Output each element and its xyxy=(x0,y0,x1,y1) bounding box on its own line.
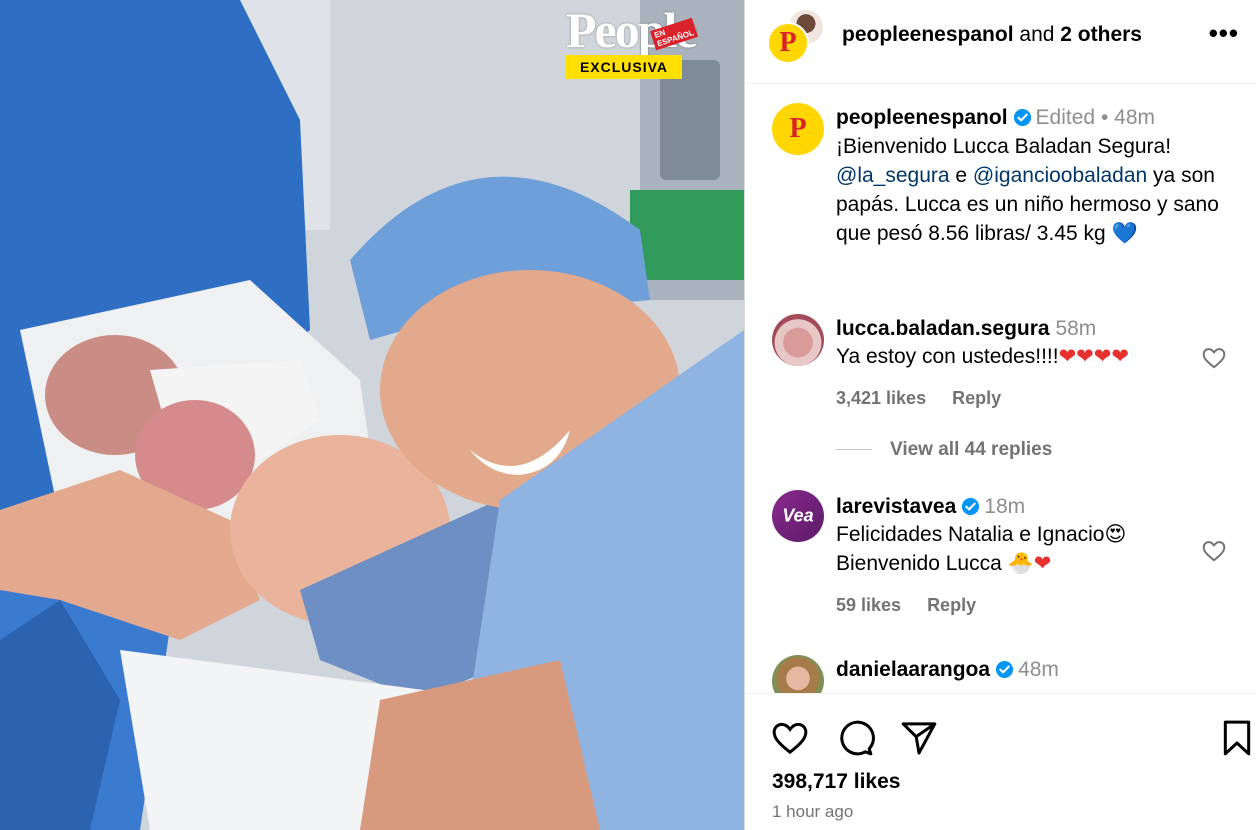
post-photo[interactable]: People EN ESPAÑOL EXCLUSIVA xyxy=(0,0,744,830)
comment-head: danielaarangoa 48m xyxy=(836,657,1059,683)
share-send-icon[interactable] xyxy=(899,718,939,758)
comment-username[interactable]: danielaarangoa xyxy=(836,658,990,681)
caption-dot: • xyxy=(1100,106,1109,129)
comment-likes[interactable]: 3,421 likes xyxy=(836,388,926,408)
verified-badge-icon xyxy=(962,497,980,516)
verified-badge-icon xyxy=(996,660,1014,679)
comment-time: 48m xyxy=(1018,658,1059,681)
comment-head: lucca.baladan.segura 58m xyxy=(836,316,1096,342)
post-panel: P peopleenespanol and 2 others ••• P peo… xyxy=(744,0,1256,830)
reply-button[interactable]: Reply xyxy=(927,595,976,615)
header-joiner: and xyxy=(1019,23,1055,46)
comments-list[interactable]: P peopleenespanol Edited • 48m ¡Bienvenid… xyxy=(745,85,1256,693)
people-avatar[interactable]: P xyxy=(767,22,809,64)
blue-heart-emoji: 💙 xyxy=(1111,221,1138,245)
caption-username[interactable]: peopleenespanol xyxy=(836,106,1008,129)
comment-body: Ya estoy con ustedes!!!! xyxy=(836,345,1059,368)
caption-mid: e xyxy=(949,164,973,187)
people-logo: People EN ESPAÑOL EXCLUSIVA xyxy=(566,4,699,82)
comment-head: larevistavea 18m xyxy=(836,494,1025,520)
photo-illustration xyxy=(0,0,744,830)
caption-head: peopleenespanol Edited • 48m xyxy=(836,105,1155,131)
hearts-emoji: ❤❤❤❤ xyxy=(1058,344,1129,368)
comment-meta: 3,421 likes Reply xyxy=(836,387,1001,409)
like-heart-icon[interactable] xyxy=(770,718,810,758)
comment-text: Ya estoy con ustedes!!!!❤❤❤❤ xyxy=(836,342,1176,371)
comment-text: Felicidades Natalia e Ignacio😍 Bienvenid… xyxy=(836,520,1176,578)
mention-la-segura[interactable]: @la_segura xyxy=(836,164,950,187)
comment-avatar-lucca[interactable] xyxy=(772,314,824,366)
header-others[interactable]: 2 others xyxy=(1060,23,1142,46)
comment-time: 18m xyxy=(984,495,1026,518)
caption-avatar[interactable]: P xyxy=(772,103,824,155)
post-actions: 398,717 likes 1 hour ago xyxy=(745,693,1256,830)
like-count[interactable]: 398,717 likes xyxy=(772,769,900,795)
like-comment-heart-icon[interactable] xyxy=(1201,538,1227,564)
exclusive-tag: EXCLUSIVA xyxy=(566,55,682,79)
save-bookmark-icon[interactable] xyxy=(1217,718,1256,758)
comment-body-line1: Felicidades Natalia e Ignacio xyxy=(836,523,1105,546)
reply-button[interactable]: Reply xyxy=(952,388,1001,408)
comment-time: 58m xyxy=(1055,317,1097,340)
post-time: 1 hour ago xyxy=(772,802,854,821)
caption-line1: ¡Bienvenido Lucca Baladan Segura! xyxy=(836,135,1172,158)
comment-bubble-icon[interactable] xyxy=(835,718,875,758)
heart-eyes-emoji: 😍 xyxy=(1104,522,1127,546)
replies-divider xyxy=(836,449,872,451)
view-replies-label[interactable]: View all 44 replies xyxy=(890,439,1052,460)
post-authors[interactable]: peopleenespanol and 2 others xyxy=(842,22,1142,48)
like-comment-heart-icon[interactable] xyxy=(1201,345,1227,371)
mention-ignacio[interactable]: @igancioobaladan xyxy=(973,164,1147,187)
post-header: P peopleenespanol and 2 others ••• xyxy=(745,0,1256,84)
chick-heart-emoji: 🐣❤ xyxy=(1007,551,1052,575)
edited-label: Edited xyxy=(1035,106,1096,129)
comment-likes[interactable]: 59 likes xyxy=(836,595,901,615)
vea-avatar-text: Vea xyxy=(782,505,814,526)
caption-text: ¡Bienvenido Lucca Baladan Segura! @la_se… xyxy=(836,132,1236,248)
comment-meta: 59 likes Reply xyxy=(836,594,976,616)
comment-username[interactable]: lucca.baladan.segura xyxy=(836,317,1050,340)
comment-body-line2: Bienvenido Lucca xyxy=(836,552,1008,575)
verified-badge-icon xyxy=(1013,108,1031,127)
header-username[interactable]: peopleenespanol xyxy=(842,23,1014,46)
comment-avatar-daniela[interactable] xyxy=(772,655,824,693)
caption-time: 48m xyxy=(1114,106,1155,129)
more-options-icon[interactable]: ••• xyxy=(1209,20,1239,46)
comment-username[interactable]: larevistavea xyxy=(836,495,956,518)
comment-avatar-vea[interactable]: Vea xyxy=(772,490,824,542)
view-replies-button[interactable]: View all 44 replies xyxy=(836,439,1052,461)
collab-avatars[interactable]: P xyxy=(767,8,825,64)
